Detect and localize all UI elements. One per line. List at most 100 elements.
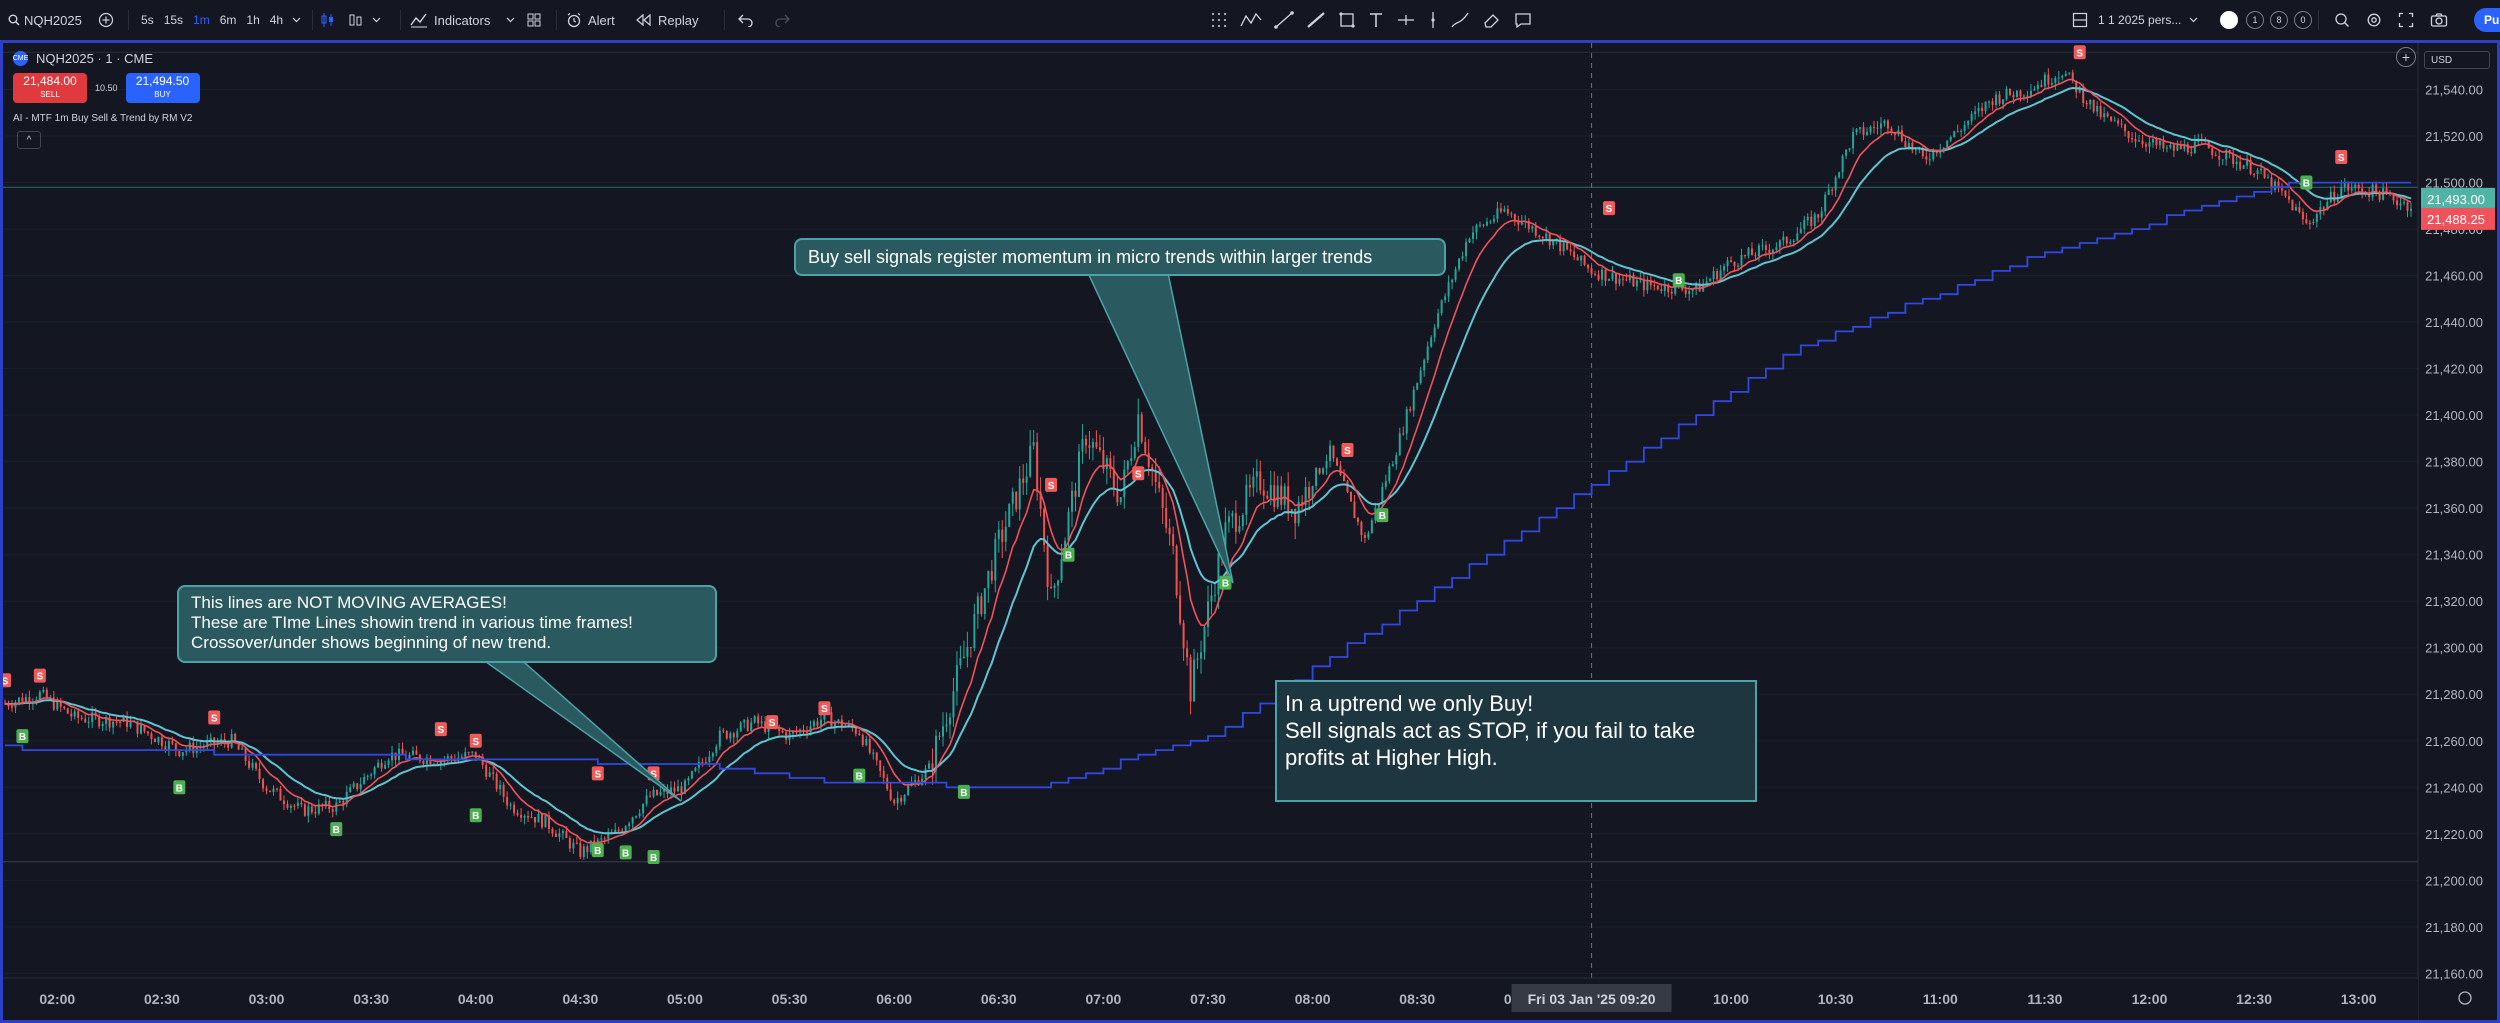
layout-button[interactable]: 1 1 2025 pers... [2072, 0, 2198, 40]
candle-body [2036, 84, 2039, 89]
price-tick-label: 21,520.00 [2425, 129, 2483, 144]
time-tick-label: 04:30 [562, 991, 598, 1007]
candle-body [715, 746, 718, 754]
layout-counters[interactable]: 1 8 0 [2220, 0, 2312, 40]
candle-body [2305, 219, 2308, 223]
candle-body [66, 708, 69, 714]
candle-body [1489, 221, 1492, 223]
templates-button[interactable] [526, 0, 542, 40]
candle-body [1217, 553, 1220, 595]
candle-body [352, 783, 355, 788]
candle-body [2131, 138, 2134, 140]
candle-body [373, 767, 376, 775]
redo-button[interactable] [774, 0, 790, 40]
ray-icon[interactable] [1306, 11, 1326, 29]
candle-body [1182, 623, 1185, 649]
price-tick-label: 21,200.00 [2425, 873, 2483, 888]
brush-icon[interactable] [1450, 11, 1470, 29]
add-plus-button[interactable]: + [2396, 47, 2416, 67]
candle-body [704, 762, 707, 764]
currency-label: USD [2431, 54, 2453, 66]
candle-body [1050, 586, 1053, 588]
sell-signal-letter: S [438, 725, 445, 736]
candle-body [2009, 88, 2011, 95]
price-tick-label: 21,400.00 [2425, 408, 2483, 423]
alert-button[interactable]: Alert [566, 0, 615, 40]
candle-body [2333, 191, 2336, 202]
chart-pane[interactable]: BBBBBBBBBBBBBBSSSSSSSSSSSSSSS 21,540.002… [0, 40, 2500, 1023]
timeframe-15s[interactable]: 15s [159, 13, 188, 27]
position-icon[interactable] [1396, 11, 1416, 29]
indicator-legend[interactable]: AI - MTF 1m Buy Sell & Trend by RM V2 [13, 113, 193, 124]
candle-body [1276, 485, 1279, 507]
bar-chart-icon[interactable] [348, 12, 364, 28]
buy-button[interactable]: 21,494.50 BUY [125, 73, 200, 103]
timeframe-1m[interactable]: 1m [188, 13, 215, 27]
crosshair-dots-icon[interactable] [1210, 11, 1228, 29]
indicators-button[interactable]: Indicators [410, 0, 515, 40]
candle-body [603, 838, 606, 840]
collapse-legend-button[interactable]: ^ [17, 131, 41, 149]
undo-button[interactable] [738, 0, 754, 40]
candle-body [2308, 222, 2311, 224]
timeframe-6m[interactable]: 6m [215, 13, 242, 27]
symbol-search[interactable]: NQH2025 [8, 0, 82, 40]
time-axis[interactable]: 02:00 02:30 03:00 03:30 04:00 04:30 05:00 05:30… [3, 977, 2472, 1020]
candle-body [938, 735, 941, 737]
price-chart[interactable]: BBBBBBBBBBBBBBSSSSSSSSSSSSSSS 21,540.002… [3, 43, 2497, 1020]
fullscreen-icon[interactable] [2398, 12, 2414, 28]
candle-body [1778, 240, 1781, 248]
chevron-down-icon[interactable] [372, 17, 381, 23]
candle-body [952, 691, 955, 718]
text-icon[interactable] [1368, 11, 1384, 29]
price-axis[interactable]: 21,540.0021,520.0021,500.0021,480.0021,4… [2417, 43, 2497, 1020]
candle-body [1325, 461, 1328, 469]
candle-body [1782, 236, 1785, 241]
candle-body [1123, 469, 1126, 498]
candle-body [2005, 88, 2008, 100]
publish-button[interactable]: Pu [2474, 0, 2500, 40]
candle-body [2221, 159, 2224, 161]
candle-body [868, 738, 871, 753]
candle-body [293, 805, 296, 807]
vertical-line-icon[interactable] [1428, 11, 1438, 29]
candle-body [1280, 485, 1283, 505]
candle-body [1597, 274, 1600, 280]
candle-body [153, 738, 156, 743]
candle-body [2127, 131, 2130, 139]
candle-body [896, 797, 899, 804]
comment-icon[interactable] [1514, 11, 1532, 29]
callout-time-lines: This lines are NOT MOVING AVERAGES! Thes… [177, 585, 717, 663]
candle-body [73, 711, 76, 717]
rectangle-icon[interactable] [1338, 11, 1356, 29]
currency-selector[interactable]: USD [2424, 51, 2490, 69]
white-dot-icon [2220, 11, 2238, 29]
candle-body [70, 713, 73, 717]
candle-body [1081, 438, 1084, 452]
candle-body [1754, 255, 1757, 257]
sell-button[interactable]: 21,484.00 SELL [13, 73, 87, 103]
candles-icon[interactable] [320, 12, 336, 28]
eraser-icon[interactable] [1482, 11, 1502, 29]
trend-line-icon[interactable] [1274, 11, 1294, 29]
candle-body [1977, 107, 1980, 112]
candle-body [558, 833, 561, 837]
candle-body [279, 788, 282, 801]
candle-body [2169, 144, 2172, 148]
zigzag-icon[interactable] [1240, 11, 1262, 29]
candle-body [1845, 149, 1848, 156]
candle-body [882, 770, 885, 778]
camera-icon[interactable] [2430, 12, 2448, 28]
candle-body [1363, 535, 1366, 538]
gear-icon[interactable] [2366, 12, 2382, 28]
timeframe-4h[interactable]: 4h [265, 13, 288, 27]
timeframe-5s[interactable]: 5s [136, 13, 159, 27]
search-icon[interactable] [2334, 12, 2350, 28]
replay-button[interactable]: Replay [636, 0, 698, 40]
compare-button[interactable] [98, 0, 114, 40]
candle-body [2050, 82, 2053, 85]
chevron-down-icon[interactable] [292, 17, 301, 23]
timeframe-1h[interactable]: 1h [241, 13, 264, 27]
candle-body [1475, 225, 1478, 233]
toolbar-divider [2318, 10, 2319, 30]
